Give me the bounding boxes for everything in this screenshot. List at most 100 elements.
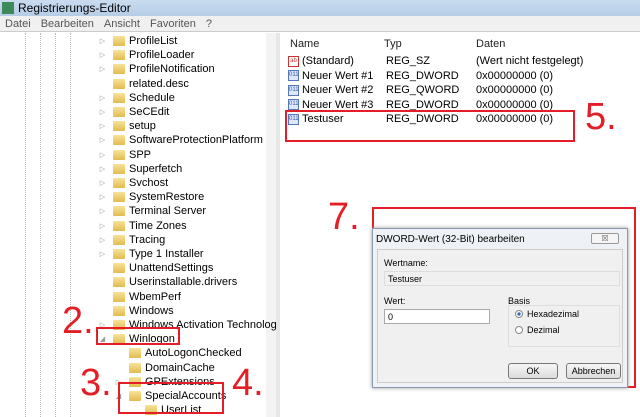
dword-edit-dialog: DWORD-Wert (32-Bit) bearbeiten ☒ Wertnam… — [372, 228, 628, 388]
tree-item-label: DomainCache — [145, 361, 215, 374]
expand-icon[interactable]: ▷ — [98, 193, 107, 201]
table-row[interactable]: ab (Standard) REG_SZ (Wert nicht festgelegt… — [288, 54, 638, 68]
expand-icon[interactable]: ▷ — [98, 222, 107, 230]
table-row[interactable]: 011 Neuer Wert #1 REG_DWORD 0x00000000 (0) — [288, 69, 638, 83]
tree-item-label: SeCEdit — [129, 106, 170, 118]
expand-icon[interactable]: ▷ — [98, 37, 107, 45]
radio-decimal[interactable]: Dezimal — [515, 325, 560, 335]
tree-item-label: ProfileList — [129, 35, 178, 47]
column-header-type[interactable]: Typ — [384, 36, 402, 52]
expand-icon[interactable]: ▷ — [98, 122, 107, 130]
tree-item-label: setup — [129, 120, 156, 133]
tree-item-label: ProfileNotification — [129, 63, 215, 76]
tree-line — [70, 33, 71, 417]
dialog-title: DWORD-Wert (32-Bit) bearbeiten — [376, 234, 525, 245]
folder-icon — [113, 277, 125, 288]
value-label: Wert: — [384, 296, 406, 306]
tree-line — [40, 33, 41, 417]
tree-item[interactable]: UnattendSettings — [98, 261, 213, 275]
tree-item[interactable]: ▷ SeCEdit — [98, 105, 170, 119]
tree-item[interactable]: WbemPerf — [98, 290, 181, 304]
tree-item-label: Superfetch — [129, 162, 183, 175]
title-bar: Registrierungs-Editor — [0, 0, 640, 16]
window-title: Registrierungs-Editor — [18, 1, 131, 15]
folder-icon — [113, 192, 125, 203]
tree-item[interactable]: Windows — [98, 304, 174, 318]
expand-icon[interactable]: ▷ — [98, 151, 107, 159]
tree-item-label: SPP — [129, 148, 152, 161]
cancel-button[interactable]: Abbrechen — [566, 363, 621, 379]
tree-item-label: ProfileLoader — [129, 49, 195, 62]
expand-icon[interactable]: ▷ — [98, 207, 107, 215]
tree-item[interactable]: ▷ Time Zones — [98, 219, 187, 233]
value-name-label: Wertname: — [384, 258, 428, 268]
folder-icon — [113, 149, 125, 160]
tree-item[interactable]: ▷ SystemRestore — [98, 190, 204, 204]
tree-item[interactable]: ▷ Svchost — [98, 176, 168, 190]
registry-tree: ▷ ProfileList ▷ ProfileLoader ▷ ProfileNotifi… — [0, 33, 280, 417]
tree-item[interactable]: ▷ SoftwareProtectionPlatform — [98, 133, 263, 147]
tree-item[interactable]: ▷ ProfileList — [98, 34, 178, 48]
tree-line — [25, 33, 26, 417]
menu-ansicht[interactable]: Ansicht — [104, 18, 140, 30]
tree-item[interactable]: ▷ Terminal Server — [98, 204, 206, 218]
folder-icon — [113, 206, 125, 217]
annotation-7: 7. — [328, 196, 360, 238]
expand-icon[interactable]: ▷ — [98, 136, 107, 144]
folder-icon — [113, 78, 125, 89]
expand-icon[interactable]: ▷ — [98, 250, 107, 258]
ok-button[interactable]: OK — [508, 363, 558, 379]
tree-item-label: Time Zones — [129, 219, 187, 232]
expand-icon[interactable]: ▷ — [98, 165, 107, 173]
tree-item[interactable]: ▷ SPP — [98, 148, 151, 162]
binary-value-icon: 011 — [288, 99, 299, 111]
annotation-box-3-4 — [118, 382, 224, 414]
tree-item[interactable]: ▷ ProfileNotification — [98, 62, 215, 76]
tree-item[interactable]: AutoLogonChecked — [114, 346, 242, 360]
tree-item[interactable]: ▷ Type 1 Installer — [98, 247, 204, 261]
menu-bar: Datei Bearbeiten Ansicht Favoriten ? — [0, 16, 640, 32]
value-name-field: Testuser — [384, 271, 620, 286]
tree-item-label: Tracing — [129, 233, 166, 246]
binary-value-icon: 011 — [288, 70, 299, 82]
tree-line — [55, 33, 56, 417]
annotation-2: 2. — [62, 300, 94, 342]
expand-icon[interactable]: ▷ — [98, 94, 107, 102]
tree-item[interactable]: ▷ ProfileLoader — [98, 48, 195, 62]
tree-item[interactable]: ▷ Superfetch — [98, 162, 182, 176]
tree-item[interactable]: ▷ Tracing — [98, 233, 165, 247]
expand-icon[interactable]: ▷ — [98, 51, 107, 59]
folder-icon — [129, 348, 141, 359]
folder-icon — [113, 234, 125, 245]
tree-item[interactable]: related.desc — [98, 77, 189, 91]
column-header-name[interactable]: Name — [290, 36, 319, 52]
tree-item-label: UnattendSettings — [129, 262, 214, 275]
tree-item-label: Userinstallable.drivers — [129, 276, 238, 289]
value-input[interactable]: 0 — [384, 309, 490, 324]
radio-hexadecimal[interactable]: Hexadezimal — [515, 309, 579, 319]
menu-favoriten[interactable]: Favoriten — [150, 18, 196, 30]
close-button[interactable]: ☒ — [591, 233, 619, 244]
expand-icon[interactable]: ▷ — [98, 65, 107, 73]
tree-item-label: Terminal Server — [129, 205, 207, 218]
column-header-data[interactable]: Daten — [476, 36, 505, 52]
value-name: (Standard) — [302, 55, 354, 67]
menu-help[interactable]: ? — [206, 18, 212, 30]
tree-scrollbar[interactable] — [266, 33, 276, 417]
tree-item[interactable]: ▷ setup — [98, 119, 156, 133]
menu-datei[interactable]: Datei — [5, 18, 31, 30]
tree-item[interactable]: DomainCache — [114, 361, 215, 375]
tree-item-label: AutoLogonChecked — [145, 347, 242, 360]
radio-dec-label: Dezimal — [527, 325, 560, 335]
value-name: Neuer Wert #3 — [302, 98, 374, 111]
tree-item[interactable]: Userinstallable.drivers — [98, 275, 237, 289]
regedit-icon — [2, 2, 14, 14]
expand-icon[interactable]: ▷ — [98, 108, 107, 116]
expand-icon[interactable]: ▷ — [98, 236, 107, 244]
folder-icon — [113, 107, 125, 117]
value-data: 0x00000000 (0) — [476, 98, 554, 111]
expand-icon[interactable]: ▷ — [98, 179, 107, 187]
tree-item[interactable]: ▷ Schedule — [98, 91, 175, 105]
tree-item-label: Svchost — [129, 177, 169, 189]
menu-bearbeiten[interactable]: Bearbeiten — [41, 18, 94, 30]
